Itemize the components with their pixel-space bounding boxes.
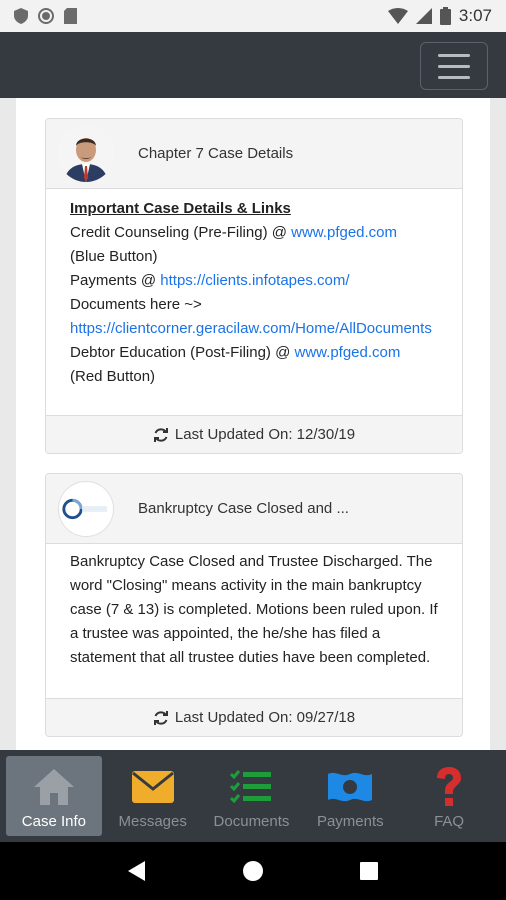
- money-icon: [326, 765, 374, 809]
- bottom-nav: Case Info Messages Documents Payments FA…: [0, 750, 506, 842]
- card-body: Important Case Details & Links Credit Co…: [46, 189, 462, 389]
- system-navigation-bar: [0, 842, 506, 900]
- app-bar: [0, 32, 506, 98]
- status-time: 3:07: [458, 6, 492, 25]
- credit-counseling-line: Credit Counseling (Pre-Filing) @ www.pfg…: [70, 224, 398, 241]
- battery-icon: [439, 7, 451, 25]
- pfged-link-2[interactable]: www.pfged.com: [294, 344, 400, 361]
- content-area[interactable]: Chapter 7 Case Details Important Case De…: [16, 98, 490, 750]
- debtor-education-line: Debtor Education (Post-Filing) @ www.pfg…: [70, 344, 401, 361]
- card-body-text: Bankruptcy Case Closed and Trustee Disch…: [70, 553, 438, 666]
- nav-messages[interactable]: Messages: [105, 756, 201, 836]
- signal-icon: [415, 8, 432, 24]
- infotapes-link[interactable]: https://clients.infotapes.com/: [160, 272, 349, 289]
- card-title: Bankruptcy Case Closed and ...: [138, 500, 349, 517]
- payments-line: Payments @ https://clients.infotapes.com…: [70, 272, 350, 289]
- nav-faq[interactable]: FAQ: [401, 756, 497, 836]
- red-button-note: (Red Button): [70, 368, 156, 385]
- card-footer: Last Updated On: 12/30/19: [46, 415, 462, 453]
- case-card: Bankruptcy Case Closed and ... Bankruptc…: [45, 473, 463, 737]
- nav-label: Messages: [118, 813, 187, 830]
- last-updated: Last Updated On: 09/27/18: [174, 709, 356, 726]
- nav-documents[interactable]: Documents: [204, 756, 300, 836]
- question-icon: [425, 765, 473, 809]
- pfged-link[interactable]: www.pfged.com: [291, 224, 397, 241]
- recents-icon[interactable]: [359, 861, 379, 881]
- nav-payments[interactable]: Payments: [302, 756, 398, 836]
- checklist-icon: [227, 765, 275, 809]
- nav-label: Documents: [213, 813, 290, 830]
- documents-line: Documents here ~>: [70, 296, 202, 313]
- status-bar: 3:07: [0, 0, 506, 32]
- nav-label: Payments: [316, 813, 384, 830]
- hamburger-menu-button[interactable]: [420, 42, 488, 90]
- nav-label: Case Info: [21, 813, 86, 830]
- home-circle-icon[interactable]: [242, 860, 264, 882]
- card-header: Bankruptcy Case Closed and ...: [46, 474, 462, 544]
- card-title: Chapter 7 Case Details: [138, 145, 294, 162]
- refresh-icon: [153, 710, 168, 725]
- card-header: Chapter 7 Case Details: [46, 119, 462, 189]
- geraci-law-logo: [58, 480, 114, 537]
- card-footer: Last Updated On: 09/27/18: [46, 698, 462, 736]
- shield-icon: [14, 8, 28, 24]
- clientcorner-link[interactable]: https://clientcorner.geracilaw.com/Home/…: [70, 320, 432, 337]
- card-heading: Important Case Details & Links: [70, 200, 291, 217]
- back-icon[interactable]: [127, 860, 147, 882]
- nav-label: FAQ: [434, 813, 465, 830]
- last-updated: Last Updated On: 12/30/19: [174, 426, 356, 443]
- attorney-avatar: [58, 125, 114, 182]
- refresh-icon: [153, 427, 168, 442]
- documents-link-line: https://clientcorner.geracilaw.com/Home/…: [70, 317, 438, 341]
- nav-case-info[interactable]: Case Info: [6, 756, 102, 836]
- menu-icon: [438, 53, 470, 57]
- wifi-icon: [387, 8, 408, 24]
- record-icon: [38, 8, 54, 24]
- case-card: Chapter 7 Case Details Important Case De…: [45, 118, 463, 454]
- home-icon: [30, 765, 78, 809]
- envelope-icon: [129, 765, 177, 809]
- blue-button-note: (Blue Button): [70, 248, 158, 265]
- card-body: Bankruptcy Case Closed and Trustee Disch…: [46, 544, 462, 670]
- sd-card-icon: [64, 8, 77, 24]
